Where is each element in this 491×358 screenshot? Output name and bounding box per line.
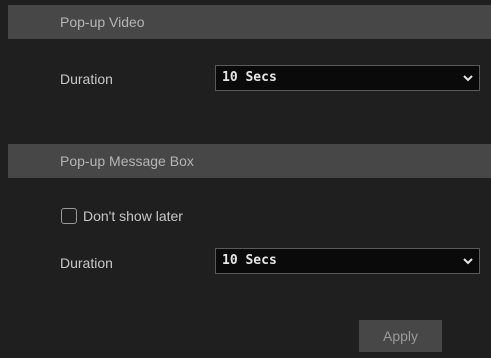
popup-video-duration-select[interactable]: 10 Secs	[215, 65, 480, 91]
popup-video-duration-value: 10 Secs	[222, 70, 277, 85]
alarm-popup-settings-panel: Pop-up Video Duration 10 Secs Pop-up Mes…	[0, 0, 491, 358]
popup-message-duration-label: Duration	[60, 255, 113, 271]
dont-show-later-label: Don't show later	[83, 208, 183, 224]
chevron-down-icon	[463, 258, 473, 265]
popup-message-box-section-header: Pop-up Message Box	[8, 144, 491, 178]
popup-message-duration-value: 10 Secs	[222, 253, 277, 268]
popup-message-duration-select[interactable]: 10 Secs	[215, 248, 480, 274]
dont-show-later-checkbox[interactable]	[61, 208, 77, 224]
popup-video-duration-label: Duration	[60, 71, 113, 87]
apply-button[interactable]: Apply	[359, 320, 442, 352]
chevron-down-icon	[463, 75, 473, 82]
popup-video-section-header: Pop-up Video	[8, 5, 491, 39]
